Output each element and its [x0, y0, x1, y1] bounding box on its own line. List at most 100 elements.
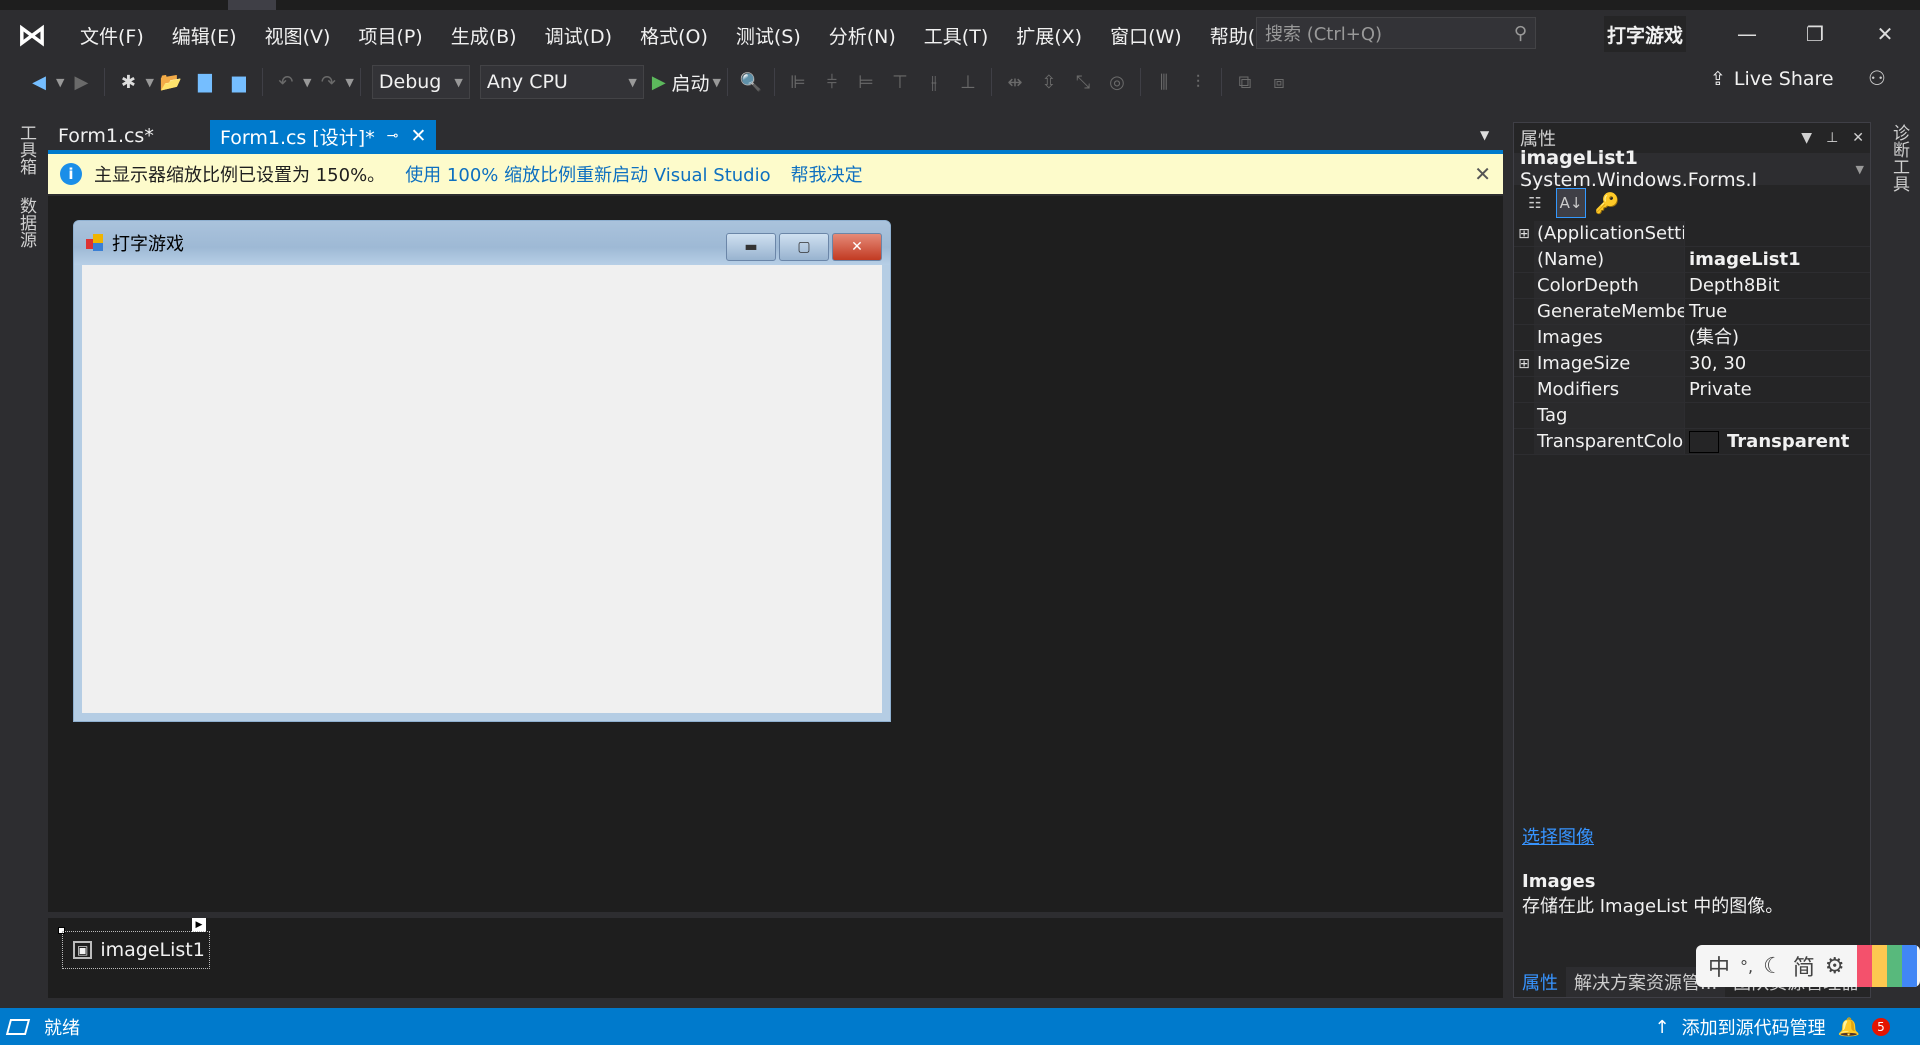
ime-punctuation[interactable]: °, — [1740, 957, 1753, 976]
add-to-source-control[interactable]: 添加到源代码管理 — [1682, 1014, 1826, 1040]
platform-dropdown[interactable]: Any CPU ▼ — [479, 65, 644, 99]
ime-toolbar[interactable]: 中 °, ☾ 简 ⚙ — [1696, 945, 1920, 987]
data-sources-tab[interactable]: 数据源 — [14, 193, 39, 252]
new-project-icon[interactable]: ✱ — [114, 68, 142, 96]
restore-button[interactable]: ❐ — [1790, 16, 1840, 52]
menu-item[interactable]: 分析(N) — [815, 22, 910, 49]
close-icon[interactable]: ✕ — [1474, 162, 1491, 186]
save-icon[interactable]: ▇ — [191, 68, 219, 96]
pin-icon[interactable]: ⊸ — [387, 128, 399, 144]
vertical-spacing-icon[interactable]: ⇳ — [1035, 68, 1063, 96]
feedback-icon[interactable]: ⚇ — [1868, 66, 1886, 90]
menu-item[interactable]: 文件(F) — [66, 22, 158, 49]
align-left-icon[interactable]: ⊫ — [784, 68, 812, 96]
property-pages-icon[interactable]: 🔑 — [1592, 188, 1622, 218]
menu-item[interactable]: 格式(O) — [626, 22, 722, 49]
smart-tag-icon[interactable]: ▶ — [192, 918, 206, 932]
property-row[interactable]: TransparentColo Transparent — [1514, 429, 1870, 455]
property-value[interactable]: True — [1684, 299, 1870, 324]
toolbox-tab[interactable]: 工具箱 — [14, 120, 39, 179]
property-row[interactable]: GenerateMembe True — [1514, 299, 1870, 325]
menu-item[interactable]: 工具(T) — [910, 22, 1002, 49]
menu-item[interactable]: 扩展(X) — [1002, 22, 1096, 49]
menu-item[interactable]: 窗口(W) — [1096, 22, 1196, 49]
property-value[interactable] — [1684, 403, 1870, 428]
align-right-icon[interactable]: ⊨ — [852, 68, 880, 96]
close-icon[interactable]: ✕ — [1852, 130, 1864, 146]
object-selector[interactable]: imageList1 System.Windows.Forms.I ▼ — [1514, 147, 1870, 191]
tab-close-icon[interactable]: ✕ — [410, 125, 426, 147]
form-maximize-button[interactable]: ▢ — [779, 233, 829, 261]
help-decide-link[interactable]: 帮我决定 — [791, 161, 863, 187]
redo-icon[interactable]: ↷ — [314, 68, 342, 96]
back-icon[interactable]: ◀ — [25, 68, 53, 96]
form-close-button[interactable]: ✕ — [832, 233, 882, 261]
equal-spacing-icon[interactable]: ⇹ — [1001, 68, 1029, 96]
bring-front-icon[interactable]: ⧉ — [1231, 68, 1259, 96]
property-row[interactable]: ⊞ (ApplicationSetti — [1514, 221, 1870, 247]
property-value[interactable] — [1684, 221, 1870, 246]
start-button[interactable]: ▶ 启动 — [652, 68, 710, 96]
property-value[interactable]: Private — [1684, 377, 1870, 402]
live-share-button[interactable]: ⇪ Live Share — [1710, 68, 1834, 90]
find-in-files-icon[interactable]: 🔍 — [737, 68, 765, 96]
h-center-icon[interactable]: ⫼ — [1150, 68, 1178, 96]
tab-form1-code[interactable]: Form1.cs* — [48, 120, 210, 152]
ime-language[interactable]: 中 — [1708, 950, 1730, 982]
property-value[interactable]: (集合) — [1684, 325, 1870, 350]
form-designer[interactable]: 打字游戏 ▬ ▢ ✕ — [73, 220, 891, 722]
tab-form1-design[interactable]: Form1.cs [设计]* ⊸ ✕ — [210, 120, 437, 152]
open-folder-icon[interactable]: 📂 — [157, 68, 185, 96]
tab-properties[interactable]: 属性 — [1514, 967, 1566, 997]
property-row[interactable]: ColorDepth Depth8Bit — [1514, 273, 1870, 299]
send-back-icon[interactable]: ⧈ — [1265, 68, 1293, 96]
tab-list-dropdown-icon[interactable]: ▼ — [1480, 128, 1489, 142]
form-minimize-button[interactable]: ▬ — [726, 233, 776, 261]
undo-icon[interactable]: ↶ — [272, 68, 300, 96]
align-bottom-icon[interactable]: ⊥ — [954, 68, 982, 96]
choose-images-link[interactable]: 选择图像 — [1522, 823, 1862, 849]
expand-icon[interactable]: ⊞ — [1514, 221, 1534, 246]
property-row[interactable]: Tag — [1514, 403, 1870, 429]
menu-item[interactable]: 项目(P) — [344, 22, 436, 49]
dropdown-icon[interactable]: ▼ — [1801, 130, 1812, 146]
notification-icon[interactable]: 🔔 — [1838, 1017, 1860, 1038]
menu-item[interactable]: 测试(S) — [722, 22, 815, 49]
menu-item[interactable]: 编辑(E) — [158, 22, 251, 49]
configuration-dropdown[interactable]: Debug ▼ — [371, 65, 470, 99]
resize-icon[interactable]: ⤡ — [1069, 68, 1097, 96]
ime-simplified[interactable]: 简 — [1793, 950, 1815, 982]
property-row[interactable]: Images (集合) — [1514, 325, 1870, 351]
form-client-area[interactable] — [82, 265, 882, 713]
minimize-button[interactable]: — — [1722, 16, 1772, 52]
property-row[interactable]: ⊞ ImageSize 30, 30 — [1514, 351, 1870, 377]
diagnostic-tools-tab[interactable]: 诊断工具 — [1887, 120, 1912, 196]
alphabetical-icon[interactable]: A↓ — [1556, 188, 1586, 218]
close-button[interactable]: ✕ — [1860, 16, 1910, 52]
center-icon[interactable]: ◎ — [1103, 68, 1131, 96]
menu-item[interactable]: 视图(V) — [251, 22, 345, 49]
ime-halfwidth-icon[interactable]: ☾ — [1763, 954, 1783, 979]
menu-item[interactable]: 调试(D) — [531, 22, 626, 49]
align-top-icon[interactable]: ⊤ — [886, 68, 914, 96]
property-value[interactable]: Depth8Bit — [1684, 273, 1870, 298]
forward-icon[interactable]: ▶ — [67, 68, 95, 96]
property-value[interactable]: 30, 30 — [1684, 351, 1870, 376]
save-all-icon[interactable]: ▆ — [225, 68, 253, 96]
property-row[interactable]: Modifiers Private — [1514, 377, 1870, 403]
property-row[interactable]: (Name) imageList1 — [1514, 247, 1870, 273]
pin-icon[interactable]: ⊥ — [1826, 130, 1838, 146]
expand-icon[interactable]: ⊞ — [1514, 351, 1534, 376]
search-input[interactable]: 搜索 (Ctrl+Q) ⚲ — [1256, 17, 1536, 49]
restart-link[interactable]: 使用 100% 缩放比例重新启动 Visual Studio — [405, 161, 770, 187]
property-value[interactable]: Transparent — [1684, 429, 1870, 454]
ime-settings-icon[interactable]: ⚙ — [1825, 954, 1845, 979]
menu-item[interactable]: 生成(B) — [437, 22, 531, 49]
status-bar: 就绪 ↑ 添加到源代码管理 🔔 5 — [0, 1008, 1920, 1045]
align-center-icon[interactable]: ⫩ — [818, 68, 846, 96]
align-middle-icon[interactable]: ⫲ — [920, 68, 948, 96]
tray-component-imagelist[interactable]: ▣ imageList1 — [62, 931, 210, 969]
property-value[interactable]: imageList1 — [1684, 247, 1870, 272]
categorized-icon[interactable]: ☷ — [1520, 188, 1550, 218]
v-center-icon[interactable]: ⫶ — [1184, 68, 1212, 96]
